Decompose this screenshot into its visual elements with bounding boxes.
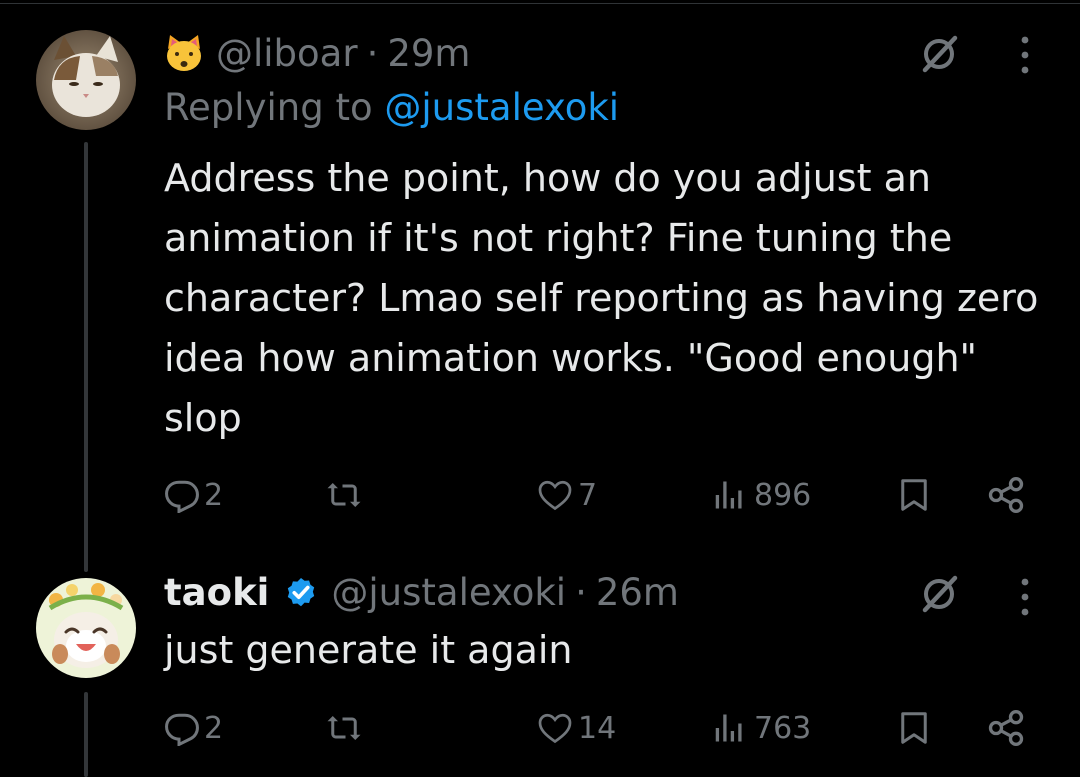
reply-button[interactable]: 2 [164,470,223,520]
repost-button[interactable] [324,470,364,520]
share-icon [988,710,1024,746]
like-button[interactable]: 7 [536,470,597,520]
share-button[interactable] [986,703,1026,753]
separator-dot: · [575,570,587,614]
thread-line-1 [84,142,88,572]
like-count: 7 [578,477,598,513]
replying-mention-link[interactable]: @justalexoki [384,86,619,129]
bookmark-button[interactable] [896,470,932,520]
tweet-text: Address the point, how do you adjust an … [164,156,1039,440]
repost-icon [327,716,361,740]
tweet-header: @liboar · 29m [164,31,470,75]
share-icon [988,477,1024,513]
separator-dot: · [366,31,379,75]
avatar-taoki[interactable] [36,578,136,678]
share-button[interactable] [986,470,1026,520]
reply-icon [165,480,199,513]
action-bar: 2 7 896 [164,470,1034,520]
view-count: 896 [754,477,812,513]
tweet-text: just generate it again [164,628,573,672]
cat-face-emoji [164,33,204,73]
verified-badge-icon [283,574,319,610]
display-name[interactable]: taoki [164,571,269,614]
views-button[interactable]: 763 [710,703,811,753]
view-count: 763 [754,710,812,746]
timestamp[interactable]: 26m [596,571,679,614]
replying-to-line: Replying to @justalexoki [164,86,619,129]
reply-button[interactable]: 2 [164,703,223,753]
thread-line-2 [84,692,88,777]
action-bar: 2 14 763 [164,703,1034,753]
reply-count: 2 [204,477,224,513]
avatar-liboar[interactable] [36,30,136,130]
views-button[interactable]: 896 [710,470,811,520]
reply-count: 2 [204,710,224,746]
handle[interactable]: @justalexoki [331,571,566,614]
more-dots-icon[interactable] [1019,35,1031,75]
timestamp[interactable]: 29m [387,32,470,75]
reply-icon [165,713,199,746]
more-dots-icon[interactable] [1019,577,1031,617]
bookmark-icon [901,479,927,511]
grok-icon[interactable] [918,573,960,615]
like-button[interactable]: 14 [536,703,616,753]
top-divider [0,3,1080,4]
views-icon [715,481,742,509]
repost-button[interactable] [324,703,364,753]
views-icon [715,714,742,742]
bookmark-icon [901,712,927,744]
heart-icon [538,480,572,511]
repost-icon [327,483,361,507]
grok-icon[interactable] [918,33,960,75]
heart-icon [538,713,572,744]
tweet-header: taoki @justalexoki · 26m [164,570,679,614]
like-count: 14 [578,710,617,746]
bookmark-button[interactable] [896,703,932,753]
replying-prefix: Replying to [164,86,373,129]
handle[interactable]: @liboar [216,32,358,75]
